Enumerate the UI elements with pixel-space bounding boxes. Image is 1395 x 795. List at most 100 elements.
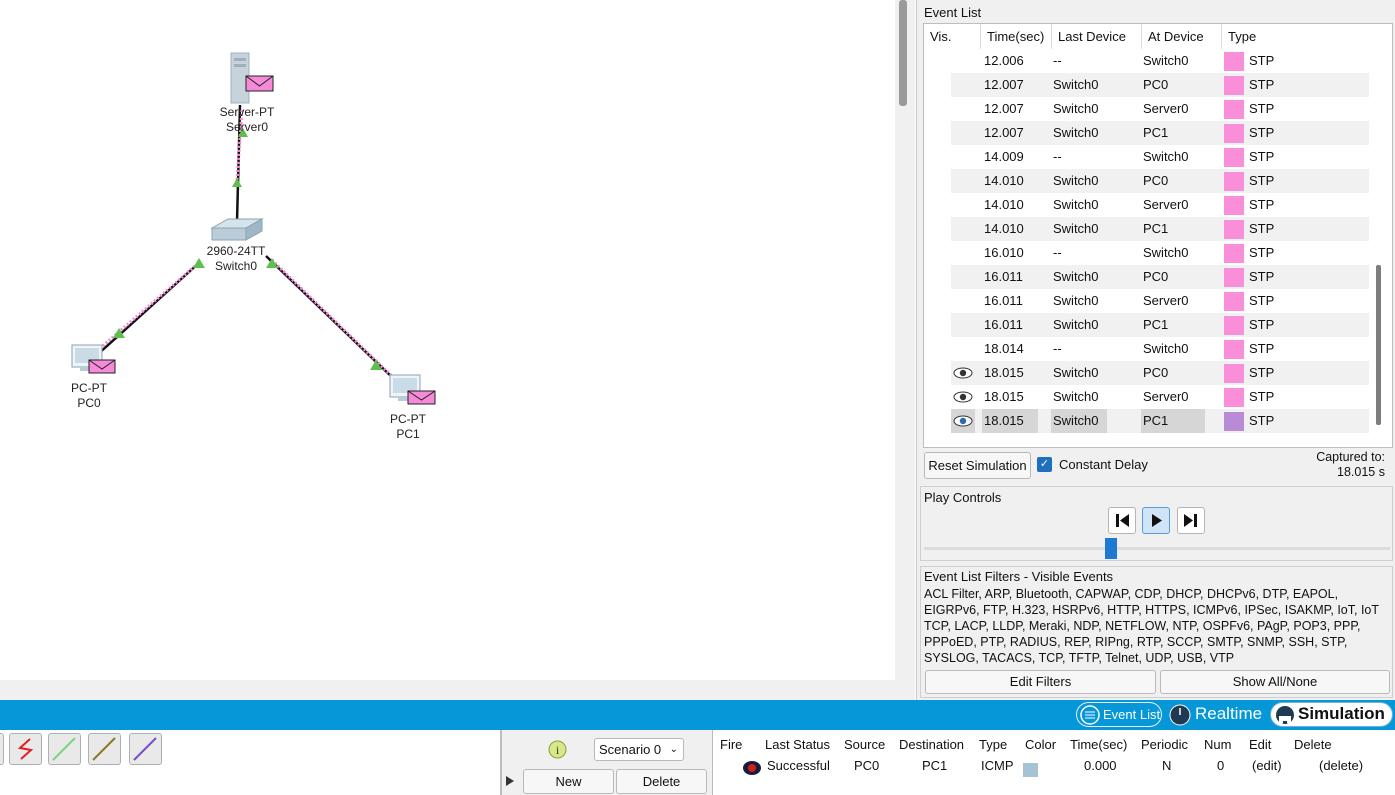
constant-delay-checkbox[interactable]: ✓ — [1037, 457, 1052, 472]
event-row[interactable]: 14.010 Switch0 Server0 STP — [951, 193, 1369, 217]
event-filters-title: Event List Filters - Visible Events — [924, 569, 1114, 584]
event-at-device: Switch0 — [1143, 53, 1189, 68]
event-vis-cell[interactable] — [951, 145, 975, 169]
simulation-mode-button[interactable]: Simulation — [1270, 702, 1393, 727]
event-row[interactable]: 12.007 Switch0 PC1 STP — [951, 121, 1369, 145]
event-vis-cell[interactable] — [951, 313, 975, 337]
event-vis-cell[interactable] — [951, 121, 975, 145]
col-periodic[interactable]: Periodic — [1141, 737, 1188, 752]
fiber-cable-button[interactable] — [129, 733, 162, 765]
event-row[interactable]: 18.015 Switch0 Server0 STP — [951, 385, 1369, 409]
scenario-select[interactable]: Scenario 0 ⌄ — [594, 738, 684, 761]
event-color-swatch — [1224, 316, 1244, 335]
col-destination[interactable]: Destination — [899, 737, 964, 752]
col-time[interactable]: Time(sec) — [981, 24, 1052, 49]
event-row[interactable]: 16.010 -- Switch0 STP — [951, 241, 1369, 265]
event-vis-cell[interactable] — [951, 241, 975, 265]
col-type[interactable]: Type — [1222, 24, 1368, 49]
event-row[interactable]: 16.011 Switch0 PC0 STP — [951, 265, 1369, 289]
event-vis-cell[interactable] — [951, 409, 975, 433]
col-type[interactable]: Type — [979, 737, 1007, 752]
console-cable-button[interactable] — [88, 733, 121, 765]
pdu-source: PC0 — [854, 758, 880, 773]
fire-indicator-icon[interactable] — [742, 760, 762, 776]
col-edit[interactable]: Edit — [1249, 737, 1271, 752]
back-button[interactable] — [1108, 507, 1136, 534]
device-label-pc0[interactable]: PC-PT PC0 — [49, 381, 129, 411]
play-speed-slider-thumb[interactable] — [1105, 538, 1117, 559]
event-row[interactable]: 14.010 Switch0 PC0 STP — [951, 169, 1369, 193]
crossover-cable-button[interactable] — [9, 733, 42, 765]
col-last-device[interactable]: Last Device — [1052, 24, 1142, 49]
realtime-mode-button[interactable]: Realtime — [1166, 702, 1268, 727]
event-row[interactable]: 18.014 -- Switch0 STP — [951, 337, 1369, 361]
logical-workspace[interactable]: Server-PT Server0 2960-24TT Switch0 PC-P… — [0, 0, 895, 680]
event-list-table[interactable]: Vis. Time(sec) Last Device At Device Typ… — [923, 23, 1393, 448]
lightning-cable-icon — [17, 738, 34, 760]
event-vis-cell[interactable] — [951, 217, 975, 241]
delete-scenario-button[interactable]: Delete — [616, 769, 707, 794]
event-row[interactable]: 12.006 -- Switch0 STP — [951, 49, 1369, 73]
reset-simulation-button[interactable]: Reset Simulation — [924, 452, 1031, 479]
straight-through-cable-button[interactable] — [48, 733, 81, 765]
col-time[interactable]: Time(sec) — [1070, 737, 1127, 752]
event-vis-cell[interactable] — [951, 97, 975, 121]
event-type: STP — [1249, 269, 1275, 284]
event-row[interactable]: 18.015 Switch0 PC0 STP — [951, 361, 1369, 385]
play-button[interactable] — [1142, 507, 1170, 534]
event-vis-cell[interactable] — [951, 169, 975, 193]
event-last-device: -- — [1053, 245, 1062, 260]
event-vis-cell[interactable] — [951, 337, 975, 361]
capture-forward-button[interactable] — [1177, 507, 1205, 534]
col-fire[interactable]: Fire — [720, 737, 742, 752]
expand-arrow-icon[interactable] — [503, 773, 517, 789]
event-time: 16.011 — [984, 293, 1023, 308]
event-list-scrollbar-thumb[interactable] — [1376, 265, 1381, 425]
connection-item-partial[interactable] — [0, 733, 4, 765]
col-num[interactable]: Num — [1204, 737, 1231, 752]
event-list-toggle-button[interactable]: Event List — [1076, 702, 1162, 727]
pdu-edit-link[interactable]: (edit) — [1252, 758, 1282, 773]
event-type: STP — [1249, 365, 1275, 380]
topology-canvas[interactable] — [0, 0, 895, 680]
col-delete[interactable]: Delete — [1294, 737, 1332, 752]
event-vis-cell[interactable] — [951, 49, 975, 73]
event-vis-cell[interactable] — [951, 265, 975, 289]
link-switch-pc0-packet-trail — [89, 264, 196, 359]
show-all-none-button[interactable]: Show All/None — [1160, 670, 1390, 694]
event-color-swatch — [1224, 220, 1244, 239]
event-vis-cell[interactable] — [951, 385, 975, 409]
captured-to-value: 18.015 s — [1337, 465, 1385, 479]
device-label-switch0[interactable]: 2960-24TT Switch0 — [196, 244, 276, 274]
col-vis[interactable]: Vis. — [924, 24, 981, 49]
event-row[interactable]: 16.011 Switch0 PC1 STP — [951, 313, 1369, 337]
event-time: 18.015 — [982, 409, 1038, 433]
event-vis-cell[interactable] — [951, 73, 975, 97]
event-row[interactable]: 12.007 Switch0 PC0 STP — [951, 73, 1369, 97]
event-vis-cell[interactable] — [951, 193, 975, 217]
device-label-pc1[interactable]: PC-PT PC1 — [368, 412, 448, 442]
device-label-server0[interactable]: Server-PT Server0 — [207, 105, 287, 135]
event-vis-cell[interactable] — [951, 361, 975, 385]
event-row[interactable]: 16.011 Switch0 Server0 STP — [951, 289, 1369, 313]
device-type-label: PC-PT — [71, 381, 107, 395]
event-row[interactable]: 18.015 Switch0 PC1 STP — [951, 409, 1369, 433]
event-row[interactable]: 14.009 -- Switch0 STP — [951, 145, 1369, 169]
info-icon[interactable]: i — [548, 740, 567, 759]
new-scenario-button[interactable]: New — [523, 769, 614, 794]
col-color[interactable]: Color — [1025, 737, 1056, 752]
event-color-swatch — [1224, 172, 1244, 191]
play-speed-slider-track[interactable] — [924, 547, 1390, 550]
workspace-horizontal-scrollbar-track[interactable] — [0, 680, 915, 700]
event-type: STP — [1249, 317, 1275, 332]
pdu-envelope-icon — [245, 75, 274, 92]
event-row[interactable]: 12.007 Switch0 Server0 STP — [951, 97, 1369, 121]
edit-filters-button[interactable]: Edit Filters — [925, 670, 1156, 694]
col-last-status[interactable]: Last Status — [765, 737, 830, 752]
workspace-scrollbar-thumb[interactable] — [899, 0, 907, 106]
event-vis-cell[interactable] — [951, 289, 975, 313]
col-at-device[interactable]: At Device — [1142, 24, 1222, 49]
pdu-delete-link[interactable]: (delete) — [1319, 758, 1363, 773]
col-source[interactable]: Source — [844, 737, 885, 752]
event-row[interactable]: 14.010 Switch0 PC1 STP — [951, 217, 1369, 241]
